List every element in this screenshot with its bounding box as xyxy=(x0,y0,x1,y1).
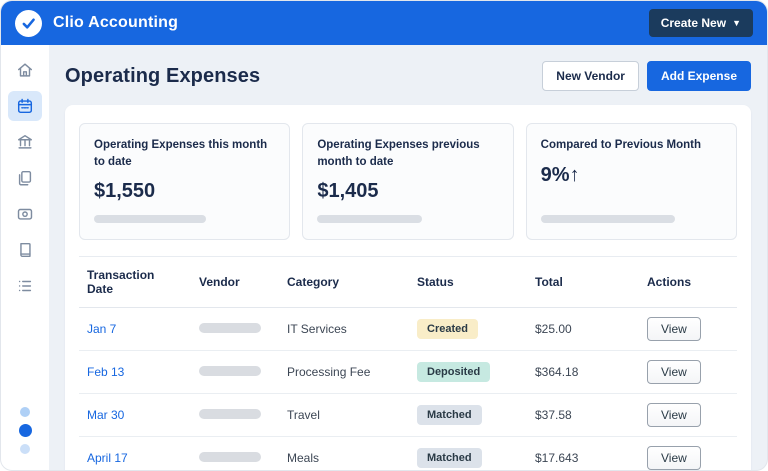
view-button[interactable]: View xyxy=(647,446,701,470)
content-card: Operating Expenses this month to date $1… xyxy=(65,105,751,470)
total-cell: $364.18 xyxy=(527,351,639,394)
stat-card-month-to-date: Operating Expenses this month to date $1… xyxy=(79,123,290,240)
stat-placeholder-bar xyxy=(541,215,675,223)
transactions-calendar-icon xyxy=(16,97,34,115)
transaction-date-link[interactable]: Jan 7 xyxy=(87,322,116,336)
stat-value: $1,405 xyxy=(317,180,498,203)
category-cell: Meals xyxy=(279,437,409,470)
vendor-placeholder xyxy=(199,452,261,462)
column-header-category: Category xyxy=(279,257,409,308)
add-expense-button[interactable]: Add Expense xyxy=(647,61,751,91)
documents-icon xyxy=(16,169,34,187)
status-badge: Matched xyxy=(417,448,482,468)
table-row: Jan 7 IT Services Created $25.00 View xyxy=(79,308,737,351)
sidebar-dots xyxy=(19,407,32,454)
category-cell: Travel xyxy=(279,394,409,437)
stat-label: Operating Expenses this month to date xyxy=(94,137,275,170)
transaction-date-link[interactable]: Mar 30 xyxy=(87,408,124,422)
create-new-button[interactable]: Create New ▼ xyxy=(649,9,753,37)
stats-row: Operating Expenses this month to date $1… xyxy=(79,123,737,240)
main-content: Operating Expenses New Vendor Add Expens… xyxy=(49,45,767,470)
vendor-placeholder xyxy=(199,366,261,376)
status-badge: Created xyxy=(417,319,478,339)
sidebar-item-list[interactable] xyxy=(8,271,42,301)
sidebar-item-ledger[interactable] xyxy=(8,235,42,265)
category-cell: IT Services xyxy=(279,308,409,351)
stat-value: 9%↑ xyxy=(541,164,722,187)
total-cell: $37.58 xyxy=(527,394,639,437)
sidebar xyxy=(1,45,49,470)
chevron-down-icon: ▼ xyxy=(732,19,741,28)
status-badge: Deposited xyxy=(417,362,490,382)
vendor-placeholder xyxy=(199,409,261,419)
sidebar-item-payments[interactable] xyxy=(8,199,42,229)
table-row: Mar 30 Travel Matched $37.58 View xyxy=(79,394,737,437)
dot-icon xyxy=(20,407,30,417)
column-header-vendor: Vendor xyxy=(191,257,279,308)
stat-label: Compared to Previous Month xyxy=(541,137,722,154)
stat-label: Operating Expenses previous month to dat… xyxy=(317,137,498,170)
column-header-total: Total xyxy=(527,257,639,308)
category-cell: Processing Fee xyxy=(279,351,409,394)
total-cell: $17.643 xyxy=(527,437,639,470)
vendor-placeholder xyxy=(199,323,261,333)
payments-icon xyxy=(16,205,34,223)
column-header-actions: Actions xyxy=(639,257,737,308)
sidebar-item-transactions[interactable] xyxy=(8,91,42,121)
sidebar-item-bank[interactable] xyxy=(8,127,42,157)
table-header-row: Transaction Date Vendor Category Status … xyxy=(79,257,737,308)
view-button[interactable]: View xyxy=(647,403,701,427)
sidebar-item-documents[interactable] xyxy=(8,163,42,193)
home-icon xyxy=(16,61,34,79)
dot-icon xyxy=(20,444,30,454)
stat-placeholder-bar xyxy=(317,215,422,223)
app-window: Clio Accounting Create New ▼ xyxy=(0,0,768,471)
bank-icon xyxy=(16,133,34,151)
column-header-transaction-date: Transaction Date xyxy=(79,257,191,308)
create-new-label: Create New xyxy=(661,16,726,30)
transaction-date-link[interactable]: April 17 xyxy=(87,451,128,465)
view-button[interactable]: View xyxy=(647,360,701,384)
total-cell: $25.00 xyxy=(527,308,639,351)
app-title: Clio Accounting xyxy=(53,14,178,32)
page-title: Operating Expenses xyxy=(65,65,260,88)
dot-icon xyxy=(19,424,32,437)
transaction-date-link[interactable]: Feb 13 xyxy=(87,365,124,379)
status-badge: Matched xyxy=(417,405,482,425)
column-header-status: Status xyxy=(409,257,527,308)
view-button[interactable]: View xyxy=(647,317,701,341)
table-row: April 17 Meals Matched $17.643 View xyxy=(79,437,737,470)
ledger-icon xyxy=(16,241,34,259)
stat-value: $1,550 xyxy=(94,180,275,203)
new-vendor-button[interactable]: New Vendor xyxy=(542,61,639,91)
top-bar: Clio Accounting Create New ▼ xyxy=(1,1,767,45)
page-header: Operating Expenses New Vendor Add Expens… xyxy=(65,61,751,91)
expenses-table: Transaction Date Vendor Category Status … xyxy=(79,256,737,470)
clio-logo-icon xyxy=(15,10,42,37)
sidebar-item-home[interactable] xyxy=(8,55,42,85)
stat-placeholder-bar xyxy=(94,215,206,223)
stat-card-comparison: Compared to Previous Month 9%↑ xyxy=(526,123,737,240)
stat-card-previous-month: Operating Expenses previous month to dat… xyxy=(302,123,513,240)
table-row: Feb 13 Processing Fee Deposited $364.18 … xyxy=(79,351,737,394)
list-icon xyxy=(16,277,34,295)
